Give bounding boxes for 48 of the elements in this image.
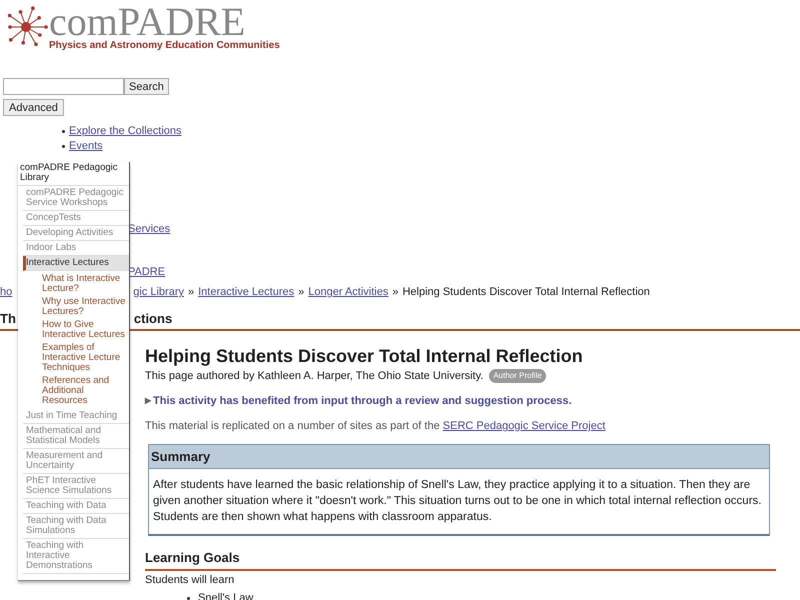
menu-item[interactable]: Just in Time Teaching: [23, 409, 129, 424]
bullet-icon: [187, 596, 190, 600]
breadcrumb-link[interactable]: ho: [0, 284, 12, 300]
breadcrumb-link[interactable]: Interactive Lectures: [198, 284, 294, 300]
bullet-icon: [62, 145, 65, 148]
breadcrumb-link[interactable]: gic Library: [133, 284, 184, 300]
learning-goals-heading: Learning Goals: [145, 548, 776, 570]
replicated-note: This material is replicated on a number of sites as part of the SERC Pedagogic Service Project: [145, 419, 606, 434]
page-title: Helping Students Discover Total Internal Reflection: [145, 345, 584, 367]
submenu-item[interactable]: What is Interactive Lecture?: [42, 274, 128, 294]
breadcrumb-current: Helping Students Discover Total Internal Reflection: [402, 285, 650, 300]
menu-item[interactable]: Measurement and Uncertainty: [23, 449, 129, 474]
menu-item[interactable]: ConcepTests: [23, 211, 129, 226]
submenu-item[interactable]: References and Additional Resources: [42, 376, 128, 406]
menu-item[interactable]: Interactive Lectures: [23, 256, 129, 271]
section-heading: ctions: [134, 310, 172, 328]
review-note[interactable]: This activity has benefited from input through a review and suggestion process.: [153, 392, 572, 409]
learning-goals-intro: Students will learn: [145, 574, 236, 586]
logo-subtitle: Physics and Astronomy Education Communities: [49, 40, 280, 52]
menu-item[interactable]: Developing Activities: [23, 226, 129, 241]
author-line: This page authored by Kathleen A. Harper, The Ohio State University.: [145, 369, 484, 384]
search-field[interactable]: [3, 78, 124, 95]
serc-link[interactable]: SERC Pedagogic Service Project: [442, 420, 606, 432]
expand-icon[interactable]: ▶: [145, 394, 151, 407]
search-button[interactable]: Search: [124, 78, 169, 95]
breadcrumb-separator: »: [188, 285, 194, 300]
nav-link[interactable]: Explore the Collections: [69, 125, 182, 138]
submenu-item[interactable]: Why use Interactive Lectures?: [42, 297, 128, 317]
submenu-item[interactable]: Examples of Interactive Lecture Techniques: [42, 343, 128, 373]
logo-title: comPADRE: [49, 4, 246, 40]
bullet-icon: [62, 130, 65, 133]
menu-item[interactable]: Teaching with Data Simulations: [23, 514, 129, 539]
menu-item[interactable]: comPADRE Pedagogic Service Workshops: [23, 186, 129, 211]
breadcrumb-separator: »: [392, 285, 398, 300]
summary-heading: Summary: [149, 444, 769, 469]
menu-item[interactable]: Teaching with Data: [23, 499, 129, 514]
menu-item[interactable]: PhET Interactive Science Simulations: [23, 474, 129, 499]
submenu-item[interactable]: How to Give Interactive Lectures: [42, 320, 128, 340]
breadcrumb-link[interactable]: Longer Activities: [308, 284, 388, 300]
section-heading: Th: [0, 310, 16, 328]
author-profile-badge[interactable]: Author Profile: [489, 369, 546, 384]
menu-item[interactable]: Mathematical and Statistical Models: [23, 424, 129, 449]
nav-link[interactable]: Events: [69, 140, 103, 153]
advanced-button[interactable]: Advanced: [3, 99, 64, 116]
menu-item[interactable]: Teaching with Interactive Demonstrations: [23, 539, 129, 574]
breadcrumb-separator: »: [298, 285, 304, 300]
summary-text: After students have learned the basic relationship of Snell's Law, they practice applying it to a situation. Then they are given another situation where it "doesn't work." This situation turns out to be one in which total internal reflection occurs. Students are then shown what happens with classroom apparatus.: [152, 478, 762, 525]
menu-title: comPADRE Pedagogic Library: [18, 162, 129, 186]
